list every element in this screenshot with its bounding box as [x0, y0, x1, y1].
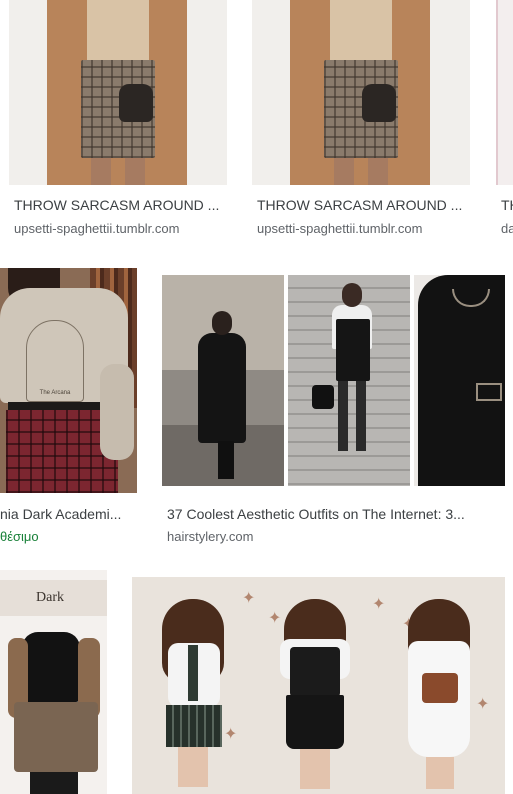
black-turtleneck-shape — [22, 632, 80, 702]
belt-buckle-shape — [476, 383, 502, 401]
beige-top-shape — [87, 0, 149, 62]
sweatshirt-print-text: The Arcana — [39, 390, 71, 396]
result-card-5[interactable]: 37 Coolest Aesthetic Outfits on The Inte… — [162, 268, 505, 548]
legs-shape — [338, 381, 348, 451]
star-decoration: ✦ — [476, 696, 490, 713]
collage-panel-2 — [288, 275, 410, 486]
result-source: upsetti-spaghettii.tumblr.com — [257, 221, 423, 236]
result-title[interactable]: nia Dark Academi... — [0, 506, 133, 522]
shorts-shape — [14, 702, 98, 772]
black-coat-shape — [198, 333, 246, 443]
legs-shape — [125, 158, 145, 185]
result-thumbnail[interactable]: The Arcana — [0, 268, 137, 493]
corset-shape — [422, 673, 458, 703]
collage-panel-3 — [414, 275, 505, 486]
head-shape — [212, 311, 232, 335]
legs-shape — [368, 158, 388, 185]
black-dress-shape — [336, 319, 370, 381]
result-thumbnail[interactable]: ✦ ✦ ✦ ✦ ✦ ✦ — [132, 577, 505, 794]
result-card-1[interactable]: THROW SARCASM AROUND ... upsetti-spaghet… — [9, 0, 227, 245]
result-title[interactable]: 37 Coolest Aesthetic Outfits on The Inte… — [167, 506, 502, 522]
bag-shape — [312, 385, 334, 409]
star-decoration: ✦ — [268, 610, 282, 627]
result-title[interactable]: THROW SARCASM AROUND ... — [257, 197, 470, 213]
legs-shape — [356, 381, 366, 451]
result-card-2[interactable]: THROW SARCASM AROUND ... upsetti-spaghet… — [252, 0, 470, 245]
black-sweater-shape — [418, 275, 505, 486]
boots-shape — [218, 441, 234, 479]
result-source: da — [501, 221, 513, 236]
star-decoration: ✦ — [242, 590, 256, 607]
result-thumbnail[interactable] — [496, 0, 513, 185]
dark-label-text: Dark — [36, 590, 64, 605]
black-bag-shape — [362, 84, 396, 122]
legs-shape — [91, 158, 111, 185]
black-bag-shape — [119, 84, 153, 122]
result-card-7[interactable]: ✦ ✦ ✦ ✦ ✦ ✦ — [132, 570, 505, 794]
result-thumbnail[interactable] — [252, 0, 470, 185]
result-title[interactable]: THROW SARCASM AROUND ... — [14, 197, 227, 213]
result-source: hairstylery.com — [167, 529, 254, 544]
result-card-6[interactable]: Dark — [0, 570, 107, 794]
legs-shape — [300, 749, 330, 789]
result-card-3[interactable]: TH da — [496, 0, 513, 245]
tie-shape — [188, 645, 198, 701]
black-skirt-shape — [286, 695, 344, 749]
legs-shape — [426, 757, 454, 789]
result-card-4[interactable]: The Arcana nia Dark Academi... θέσιμο — [0, 268, 137, 548]
legs-shape — [30, 772, 78, 794]
legs-shape — [334, 158, 354, 185]
collage-panel-1 — [162, 275, 284, 486]
result-thumbnail[interactable]: Dark — [0, 570, 107, 794]
plaid-skirt-shape — [166, 705, 222, 747]
result-title[interactable]: TH — [501, 197, 513, 213]
star-decoration: ✦ — [224, 726, 238, 743]
result-thumbnail[interactable] — [9, 0, 227, 185]
result-thumbnail[interactable] — [162, 268, 505, 486]
result-source: θέσιμο — [0, 529, 39, 544]
black-vest-shape — [290, 647, 340, 697]
legs-shape — [178, 747, 208, 787]
result-source: upsetti-spaghettii.tumblr.com — [14, 221, 180, 236]
beige-top-shape — [330, 0, 392, 62]
sleeve-shape — [100, 364, 134, 460]
star-decoration: ✦ — [372, 596, 386, 613]
head-shape — [342, 283, 362, 307]
